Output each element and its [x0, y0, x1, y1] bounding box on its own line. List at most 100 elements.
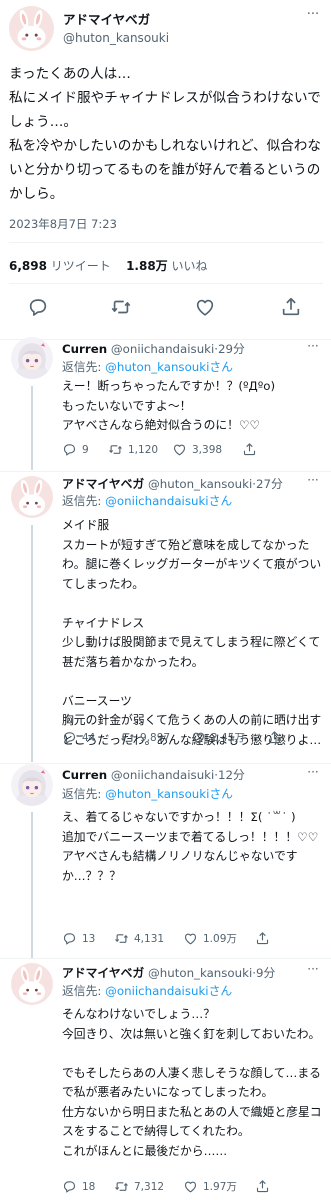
reply-icon: [62, 730, 77, 745]
retweet-button[interactable]: 9,897: [120, 730, 170, 745]
like-button[interactable]: 2.45万: [191, 730, 245, 745]
reply-button[interactable]: 44: [62, 730, 95, 745]
reply-to-link[interactable]: @huton_kansoukiさん: [105, 787, 233, 801]
like-count: 3,398: [192, 443, 223, 456]
reply-button[interactable]: 13: [62, 931, 95, 946]
like-count[interactable]: 1.88万: [126, 259, 168, 273]
retweet-count: 9,897: [140, 731, 171, 744]
like-button[interactable]: 1.97万: [183, 1179, 237, 1194]
main-tweet: アドマイヤベガ @huton_kansouki ··· まったくあの人は… 私に…: [0, 0, 331, 340]
reply-to-link[interactable]: @oniichandaisukiさん: [105, 984, 232, 998]
like-label[interactable]: いいね: [172, 259, 208, 273]
retweet-count[interactable]: 6,898: [9, 259, 47, 273]
reply-header: Curren @oniichandaisuki·29分: [62, 342, 245, 356]
avatar[interactable]: [9, 6, 54, 51]
reply-to-label: 返信先:: [62, 787, 106, 801]
like-count: 2.45万: [211, 732, 245, 744]
reply-author-handle[interactable]: @oniichandaisuki: [111, 342, 214, 356]
reply-time[interactable]: 27分: [256, 477, 283, 491]
retweet-label[interactable]: リツイート: [51, 259, 111, 273]
reply-button[interactable]: 18: [62, 1179, 95, 1194]
retweet-button[interactable]: 7,312: [114, 1179, 164, 1194]
tweet-text: まったくあの人は… 私にメイド服やチャイナドレスが似合うわけないでしょう…。 私…: [9, 62, 323, 206]
reply-time[interactable]: 9分: [256, 966, 275, 980]
girl-avatar-icon: [11, 337, 53, 379]
more-options-button[interactable]: ···: [303, 8, 323, 24]
share-icon: [242, 442, 257, 457]
reply-count: 13: [82, 932, 96, 945]
more-options-button[interactable]: ···: [303, 339, 323, 353]
main-action-bar: [0, 296, 331, 320]
reply-count: 9: [82, 443, 89, 456]
reply-icon[interactable]: [27, 296, 49, 318]
reply-time[interactable]: 29分: [218, 342, 245, 356]
reply-to: 返信先: @oniichandaisukiさん: [62, 982, 232, 999]
author-handle[interactable]: @huton_kansouki: [63, 31, 169, 45]
avatar[interactable]: [11, 963, 53, 1005]
reply-to-link[interactable]: @oniichandaisukiさん: [105, 494, 232, 508]
more-options-button[interactable]: ···: [303, 473, 323, 487]
share-button[interactable]: [255, 931, 270, 946]
tweet-body: まったくあの人は… 私にメイド服やチャイナドレスが似合うわけないでしょう…。 私…: [9, 66, 321, 202]
share-button[interactable]: [255, 1179, 270, 1194]
retweet-button[interactable]: 1,120: [108, 442, 158, 457]
retweet-icon: [114, 1179, 129, 1194]
reply-tweet[interactable]: アドマイヤベガ @huton_kansouki·9分 ··· 返信先: @oni…: [0, 960, 331, 1200]
reply-header: Curren @oniichandaisuki·12分: [62, 768, 245, 782]
reply-time[interactable]: 12分: [218, 768, 245, 782]
like-count: 1.09万: [203, 933, 237, 945]
reply-button[interactable]: 9: [62, 442, 89, 457]
avatar[interactable]: [11, 337, 53, 379]
reply-tweet[interactable]: Curren @oniichandaisuki·29分 ··· 返信先: @hu…: [0, 341, 331, 472]
divider: [9, 242, 323, 243]
reply-tweet[interactable]: Curren @oniichandaisuki·12分 ··· 返信先: @hu…: [0, 765, 331, 959]
tweet-timestamp[interactable]: 2023年8月7日 7:23: [9, 216, 117, 232]
reply-icon: [62, 442, 77, 457]
reply-author-handle[interactable]: @huton_kansouki: [148, 966, 252, 980]
retweet-icon: [120, 730, 135, 745]
heart-icon: [191, 730, 206, 745]
share-icon[interactable]: [280, 296, 302, 318]
reply-icon: [62, 931, 77, 946]
reply-tweet[interactable]: アドマイヤベガ @huton_kansouki·27分 ··· 返信先: @on…: [0, 472, 331, 764]
retweet-count: 4,131: [134, 932, 165, 945]
like-button[interactable]: 1.09万: [183, 931, 237, 946]
reply-to: 返信先: @oniichandaisukiさん: [62, 492, 232, 509]
reply-action-bar: 18 7,312 1.97万: [62, 1179, 324, 1195]
share-icon: [255, 1179, 270, 1194]
reply-text: そんなわけないでしょう…？ 今回きり、次は無いと強く釘を刺しておいたわ。 でもそ…: [62, 1007, 322, 1158]
share-button[interactable]: [242, 442, 257, 457]
bunny-avatar-icon: [9, 6, 54, 51]
author-name[interactable]: アドマイヤベガ: [63, 9, 150, 28]
reply-author-name[interactable]: Curren: [62, 342, 107, 356]
reply-count: 44: [82, 731, 96, 744]
heart-icon[interactable]: [194, 296, 216, 318]
reply-text: え、着てるじゃないですかっ！！！Σ( ˙꒳˙ ) 追加でバニースーツまで着てるし…: [62, 810, 319, 883]
reply-to-label: 返信先:: [62, 984, 106, 998]
reply-author-name[interactable]: アドマイヤベガ: [62, 477, 144, 491]
reply-icon: [62, 1179, 77, 1194]
avatar[interactable]: [11, 476, 53, 518]
share-icon: [267, 730, 282, 745]
heart-icon: [183, 1179, 198, 1194]
girl-avatar-icon: [11, 764, 53, 806]
reply-author-name[interactable]: アドマイヤベガ: [62, 966, 144, 980]
reply-author-handle[interactable]: @oniichandaisuki: [111, 768, 214, 782]
reply-to-label: 返信先:: [62, 494, 106, 508]
bunny-avatar-icon: [11, 963, 53, 1005]
share-button[interactable]: [267, 730, 282, 745]
like-button[interactable]: 3,398: [172, 442, 222, 457]
reply-author-name[interactable]: Curren: [62, 768, 107, 782]
like-count: 1.97万: [203, 1181, 237, 1193]
reply-count: 18: [82, 1180, 96, 1193]
avatar[interactable]: [11, 764, 53, 806]
retweet-button[interactable]: 4,131: [114, 931, 164, 946]
more-options-button[interactable]: ···: [303, 962, 323, 976]
reply-action-bar: 13 4,131 1.09万: [62, 931, 324, 947]
reply-to: 返信先: @huton_kansoukiさん: [62, 785, 233, 802]
reply-to-link[interactable]: @huton_kansoukiさん: [105, 360, 233, 374]
reply-to-label: 返信先:: [62, 360, 106, 374]
more-options-button[interactable]: ···: [303, 765, 323, 779]
reply-author-handle[interactable]: @huton_kansouki: [148, 477, 252, 491]
retweet-icon[interactable]: [110, 296, 132, 318]
